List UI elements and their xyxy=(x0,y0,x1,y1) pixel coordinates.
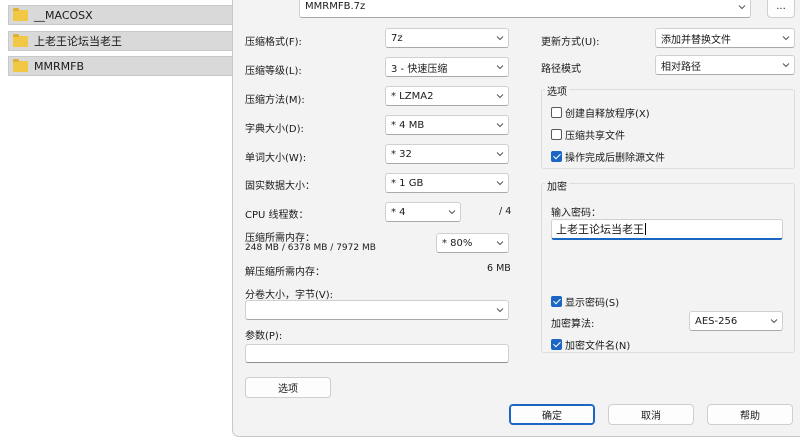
update-mode-select[interactable]: 添加并替换文件 xyxy=(655,28,795,48)
threads-label: CPU 线程数： xyxy=(245,210,309,221)
encrypt-names-checkbox[interactable]: 加密文件名(N) xyxy=(551,337,630,352)
chevron-down-icon xyxy=(496,239,504,246)
threads-select[interactable]: * 4 xyxy=(385,202,461,222)
encryption-group-title: 加密 xyxy=(545,178,569,193)
word-size-select[interactable]: * 32 xyxy=(385,144,509,164)
params-label: 参数(P): xyxy=(245,331,283,342)
path-mode-label: 路径模式 xyxy=(541,64,581,75)
chevron-down-icon xyxy=(496,150,504,157)
method-label: 压缩方法(M): xyxy=(245,95,305,106)
archive-name-value: MMRMFB.7z xyxy=(305,1,366,12)
folder-name: MMRMFB xyxy=(34,59,84,73)
format-label: 压缩格式(F): xyxy=(245,37,302,48)
chevron-down-icon xyxy=(782,61,790,68)
chevron-down-icon xyxy=(770,317,778,324)
folder-name: __MACOSX xyxy=(34,8,93,22)
path-mode-select[interactable]: 相对路径 xyxy=(655,55,795,75)
checkbox-box[interactable] xyxy=(551,296,562,307)
shared-files-checkbox[interactable]: 压缩共享文件 xyxy=(551,127,625,142)
show-password-checkbox[interactable]: 显示密码(S) xyxy=(551,294,619,309)
chevron-down-icon xyxy=(496,34,504,41)
text-cursor xyxy=(645,223,646,235)
level-select[interactable]: 3 - 快速压缩 xyxy=(385,57,509,77)
delete-after-checkbox[interactable]: 操作完成后删除源文件 xyxy=(551,149,665,164)
dict-size-select[interactable]: * 4 MB xyxy=(385,115,509,135)
help-button[interactable]: 帮助 xyxy=(707,404,793,425)
level-label: 压缩等级(L): xyxy=(245,66,302,77)
checkbox-box[interactable] xyxy=(551,339,562,350)
ok-button[interactable]: 确定 xyxy=(509,404,595,425)
checkbox-box[interactable] xyxy=(551,151,562,162)
format-select[interactable]: 7z xyxy=(385,28,509,48)
memory-detail: 248 MB / 6378 MB / 7972 MB xyxy=(245,243,376,253)
checkbox-box[interactable] xyxy=(551,129,562,140)
update-mode-label: 更新方式(U): xyxy=(541,37,600,48)
browse-button[interactable]: ... xyxy=(767,0,795,18)
folder-row[interactable]: 上老王论坛当老王 xyxy=(8,31,234,51)
folder-icon xyxy=(13,33,28,47)
folder-row[interactable]: __MACOSX xyxy=(8,5,234,25)
decompress-memory-label: 解压缩所需内存： xyxy=(245,267,325,278)
chevron-down-icon xyxy=(496,121,504,128)
folder-icon xyxy=(13,58,28,72)
folder-row[interactable]: MMRMFB xyxy=(8,56,234,76)
memory-percent-select[interactable]: * 80% xyxy=(436,233,509,253)
split-size-label: 分卷大小，字节(V): xyxy=(245,290,334,301)
method-select[interactable]: * LZMA2 xyxy=(385,86,509,106)
memory-label: 压缩所需内存： xyxy=(245,233,315,244)
add-to-archive-dialog: MMRMFB.7z ... 压缩格式(F): 7z 压缩等级(L): 3 - 快… xyxy=(232,0,800,437)
password-input[interactable]: 上老王论坛当老王 xyxy=(551,219,783,240)
chevron-down-icon xyxy=(496,92,504,99)
threads-total: / 4 xyxy=(499,206,512,217)
chevron-down-icon xyxy=(496,306,504,313)
password-label: 输入密码： xyxy=(551,208,601,219)
decompress-memory-value: 6 MB xyxy=(487,263,511,274)
chevron-down-icon xyxy=(496,63,504,70)
encryption-method-label: 加密算法: xyxy=(551,319,595,330)
params-input[interactable] xyxy=(245,344,509,363)
cancel-button[interactable]: 取消 xyxy=(608,404,694,425)
chevron-down-icon xyxy=(738,3,746,10)
dict-size-label: 字典大小(D): xyxy=(245,124,304,135)
checkbox-box[interactable] xyxy=(551,107,562,118)
folder-name: 上老王论坛当老王 xyxy=(34,35,122,48)
encryption-method-select[interactable]: AES-256 xyxy=(689,311,783,331)
sfx-checkbox[interactable]: 创建自释放程序(X) xyxy=(551,105,650,120)
solid-size-label: 固实数据大小： xyxy=(245,181,315,192)
archive-name-combo[interactable]: MMRMFB.7z xyxy=(299,0,751,18)
split-size-combo[interactable] xyxy=(245,300,509,320)
chevron-down-icon xyxy=(782,34,790,41)
solid-size-select[interactable]: * 1 GB xyxy=(385,173,509,193)
options-button[interactable]: 选项 xyxy=(245,377,331,398)
word-size-label: 单词大小(W): xyxy=(245,153,307,164)
folder-icon xyxy=(13,7,28,21)
chevron-down-icon xyxy=(448,208,456,215)
chevron-down-icon xyxy=(496,179,504,186)
options-group-title: 选项 xyxy=(545,83,569,98)
